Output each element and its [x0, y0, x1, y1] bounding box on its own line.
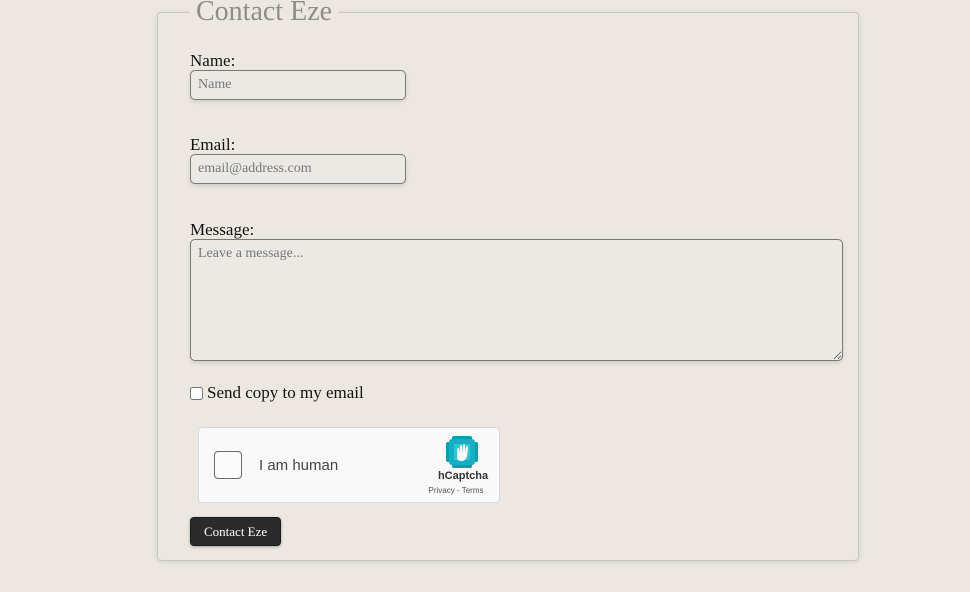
captcha-links: Privacy - Terms [413, 486, 499, 495]
hcaptcha-widget: I am human hCaptcha Privacy - Terms [198, 427, 500, 503]
name-label: Name: [190, 51, 236, 70]
message-label: Message: [190, 220, 255, 239]
contact-submit-button[interactable]: Contact Eze [190, 517, 282, 546]
send-copy-row: Send copy to my email [190, 383, 364, 403]
name-input[interactable] [190, 70, 406, 100]
captcha-privacy-link[interactable]: Privacy [429, 486, 455, 495]
form-legend: Contact Eze [190, 0, 339, 28]
message-textarea[interactable] [190, 239, 843, 361]
send-copy-label[interactable]: Send copy to my email [207, 383, 364, 403]
captcha-terms-link[interactable]: Terms [462, 486, 484, 495]
send-copy-checkbox[interactable] [190, 386, 203, 400]
captcha-brand: hCaptcha [437, 470, 489, 482]
captcha-link-separator: - [454, 486, 462, 495]
captcha-label: I am human [259, 457, 339, 474]
captcha-checkbox[interactable] [214, 451, 242, 479]
email-input[interactable] [190, 154, 406, 184]
email-label: Email: [190, 135, 236, 154]
hcaptcha-hand-icon [446, 436, 478, 468]
